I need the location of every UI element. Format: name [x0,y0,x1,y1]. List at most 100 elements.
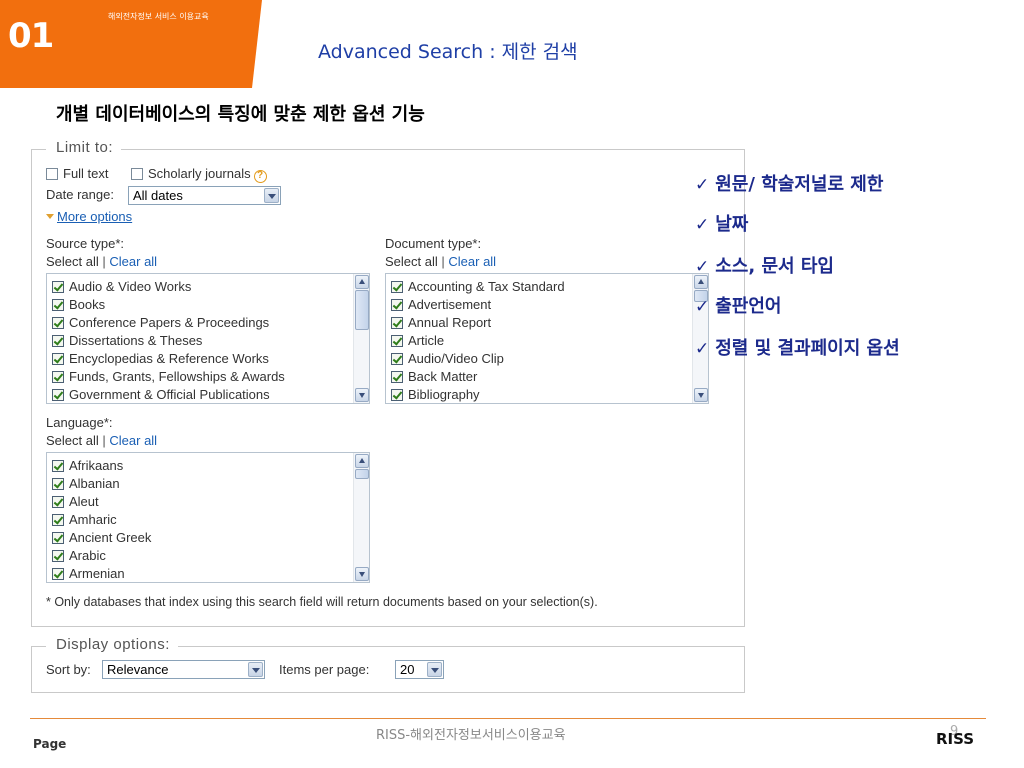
date-range-select[interactable]: All dates [128,186,281,205]
scroll-down-icon[interactable] [355,388,369,402]
more-options-link[interactable]: More options [46,209,132,224]
items-per-page-label: Items per page: [279,662,370,677]
list-item[interactable]: Accounting & Tax Standard [391,279,565,294]
chevron-down-icon [248,662,263,677]
list-item[interactable]: Aleut [52,494,99,509]
document-select-all-link[interactable]: Select all [385,254,438,269]
scroll-up-icon[interactable] [355,275,369,289]
list-item-label: Aleut [69,494,99,509]
source-type-listbox[interactable]: Audio & Video Works Books Conference Pap… [46,273,370,404]
full-text-option[interactable]: Full text [46,166,109,181]
list-item-label: Advertisement [408,297,492,312]
annotation-item: ✓ 원문/ 학술저널로 제한 [695,170,883,196]
list-item[interactable]: Encyclopedias & Reference Works [52,351,269,366]
annotation-item: ✓ 소스, 문서 타입 [695,252,834,278]
sort-by-select[interactable]: Relevance [102,660,265,679]
language-checkbox[interactable] [52,514,64,526]
list-item-label: Conference Papers & Proceedings [69,315,270,330]
list-item[interactable]: Audio & Video Works [52,279,191,294]
language-checkbox[interactable] [52,496,64,508]
source-scrollbar[interactable] [353,274,369,403]
list-item-label: Encyclopedias & Reference Works [69,351,269,366]
document-clear-all-link[interactable]: Clear all [448,254,496,269]
scroll-down-icon[interactable] [355,567,369,581]
document-checkbox[interactable] [391,299,403,311]
language-label: Language*: [46,415,113,430]
language-checkbox[interactable] [52,532,64,544]
language-select-all-link[interactable]: Select all [46,433,99,448]
source-clear-all-link[interactable]: Clear all [109,254,157,269]
course-label: 해외전자정보 서비스 이용교육 [108,12,209,21]
list-item[interactable]: Back Matter [391,369,477,384]
document-checkbox[interactable] [391,317,403,329]
list-item[interactable]: Arabic [52,548,106,563]
list-item[interactable]: Annual Report [391,315,491,330]
source-checkbox[interactable] [52,371,64,383]
expand-triangle-icon [46,214,54,219]
language-checkbox[interactable] [52,478,64,490]
list-item-label: Audio & Video Works [69,279,192,294]
list-item[interactable]: Conference Papers & Proceedings [52,315,269,330]
scroll-up-icon[interactable] [355,454,369,468]
list-item[interactable]: Books [52,297,105,312]
document-type-listbox[interactable]: Accounting & Tax Standard Advertisement … [385,273,709,404]
list-item[interactable]: Armenian [52,566,125,581]
source-checkbox[interactable] [52,353,64,365]
scroll-thumb[interactable] [355,469,369,479]
help-icon[interactable]: ? [253,170,267,183]
list-item-label: Accounting & Tax Standard [408,279,565,294]
language-checkbox[interactable] [52,460,64,472]
source-select-all-link[interactable]: Select all [46,254,99,269]
language-scrollbar[interactable] [353,453,369,582]
slide-subtitle: 개별 데이터베이스의 특징에 맞춘 제한 옵션 기능 [56,104,425,125]
slide-number: 01 [8,16,54,56]
scroll-down-icon[interactable] [694,388,708,402]
annotation-text: 원문/ 학술저널로 제한 [715,174,884,195]
full-text-label: Full text [63,166,109,181]
list-item[interactable]: Albanian [52,476,120,491]
more-options-label: More options [57,209,133,224]
items-per-page-select[interactable]: 20 [395,660,444,679]
list-item[interactable]: Government & Official Publications [52,387,270,402]
source-checkbox[interactable] [52,299,64,311]
list-item[interactable]: Afrikaans [52,458,123,473]
list-item[interactable]: Audio/Video Clip [391,351,504,366]
language-clear-all-link[interactable]: Clear all [109,433,157,448]
language-checkbox[interactable] [52,568,64,580]
items-per-page-value: 20 [400,662,415,677]
language-checkbox[interactable] [52,550,64,562]
source-checkbox[interactable] [52,317,64,329]
document-type-select-controls: Select all | Clear all [385,254,496,269]
scroll-thumb[interactable] [355,290,369,330]
document-checkbox[interactable] [391,389,403,401]
language-listbox[interactable]: Afrikaans Albanian Aleut Amharic Ancient… [46,452,370,583]
document-checkbox[interactable] [391,353,403,365]
list-item[interactable]: Advertisement [391,297,491,312]
document-checkbox[interactable] [391,281,403,293]
footer-divider [30,718,986,719]
list-item-label: Albanian [69,476,120,491]
list-item[interactable]: Funds, Grants, Fellowships & Awards [52,369,285,384]
list-item-label: Article [408,333,445,348]
source-checkbox[interactable] [52,335,64,347]
full-text-checkbox[interactable] [46,168,58,180]
list-item-label: Armenian [69,566,125,581]
scholarly-journals-option[interactable]: Scholarly journals? [131,166,267,183]
list-item[interactable]: Ancient Greek [52,530,151,545]
scholarly-journals-checkbox[interactable] [131,168,143,180]
source-checkbox[interactable] [52,389,64,401]
document-checkbox[interactable] [391,371,403,383]
annotation-item: ✓ 정렬 및 결과페이지 옵션 [695,334,900,360]
checkmark-icon: ✓ [695,257,710,277]
list-item-label: Amharic [69,512,117,527]
annotation-item: ✓ 출판언어 [695,292,782,318]
source-type-select-controls: Select all | Clear all [46,254,157,269]
source-checkbox[interactable] [52,281,64,293]
list-item[interactable]: Amharic [52,512,117,527]
date-range-value: All dates [133,188,183,203]
limit-to-legend: Limit to: [46,139,122,156]
list-item[interactable]: Bibliography [391,387,480,402]
document-checkbox[interactable] [391,335,403,347]
list-item[interactable]: Article [391,333,444,348]
list-item[interactable]: Dissertations & Theses [52,333,202,348]
